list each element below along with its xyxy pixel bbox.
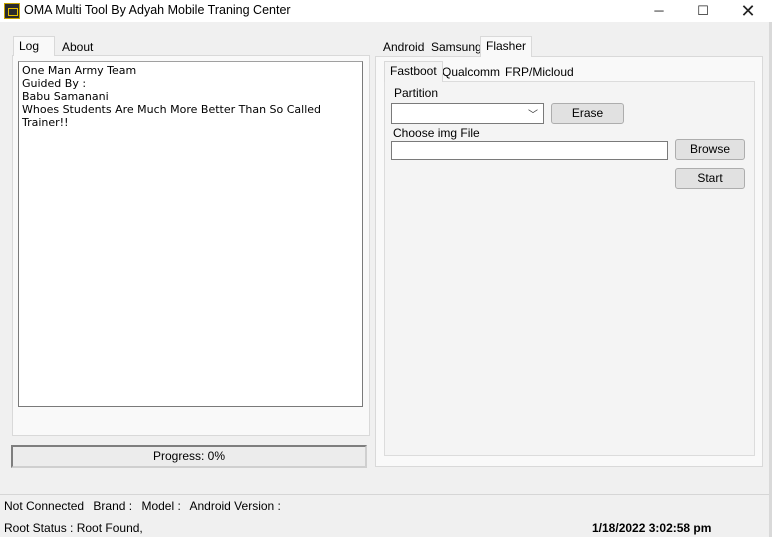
- log-line: Guided By :: [22, 77, 87, 90]
- tab-samsung[interactable]: Samsung: [425, 37, 488, 57]
- minimize-icon[interactable]: ─: [636, 0, 682, 22]
- device-status-bar: Not Connected Brand : Model : Android Ve…: [4, 499, 287, 513]
- chevron-down-icon: ﹀: [528, 110, 538, 121]
- log-line: One Man Army Team: [22, 64, 137, 77]
- status-divider: [0, 494, 772, 495]
- img-file-input[interactable]: [391, 141, 668, 160]
- tab-log[interactable]: Log: [13, 36, 55, 56]
- brand-label: Brand :: [93, 499, 133, 513]
- close-icon[interactable]: ✕: [725, 0, 771, 22]
- tab-android[interactable]: Android: [377, 37, 430, 57]
- maximize-icon[interactable]: ☐: [680, 0, 726, 22]
- browse-button[interactable]: Browse: [675, 139, 745, 160]
- partition-label: Partition: [394, 86, 439, 100]
- window-title: OMA Multi Tool By Adyah Mobile Traning C…: [24, 3, 291, 17]
- tab-flasher[interactable]: Flasher: [480, 36, 533, 57]
- app-logo-icon: [4, 3, 20, 19]
- log-line: Babu Samanani: [22, 90, 109, 103]
- android-version-label: Android Version :: [189, 499, 281, 513]
- log-line: Whoes Students Are Much More Better Than…: [22, 103, 322, 129]
- root-status: Root Status : Root Found,: [4, 521, 143, 535]
- erase-button[interactable]: Erase: [551, 103, 624, 124]
- progress-bar: Progress: 0%: [11, 445, 367, 468]
- tab-qualcomm[interactable]: Qualcomm: [436, 62, 506, 82]
- choose-img-label: Choose img File: [393, 126, 480, 140]
- start-button[interactable]: Start: [675, 168, 745, 189]
- model-label: Model :: [141, 499, 181, 513]
- progress-label: Progress: 0%: [152, 449, 226, 463]
- log-textbox[interactable]: One Man Army Team Guided By : Babu Saman…: [18, 61, 363, 407]
- connection-status: Not Connected: [4, 499, 85, 513]
- tab-fastboot[interactable]: Fastboot: [384, 61, 443, 82]
- tab-frp-micloud[interactable]: FRP/Micloud: [499, 62, 580, 82]
- datetime-label: 1/18/2022 3:02:58 pm: [592, 521, 712, 535]
- tab-about[interactable]: About: [56, 37, 99, 57]
- partition-dropdown[interactable]: ﹀: [391, 103, 544, 124]
